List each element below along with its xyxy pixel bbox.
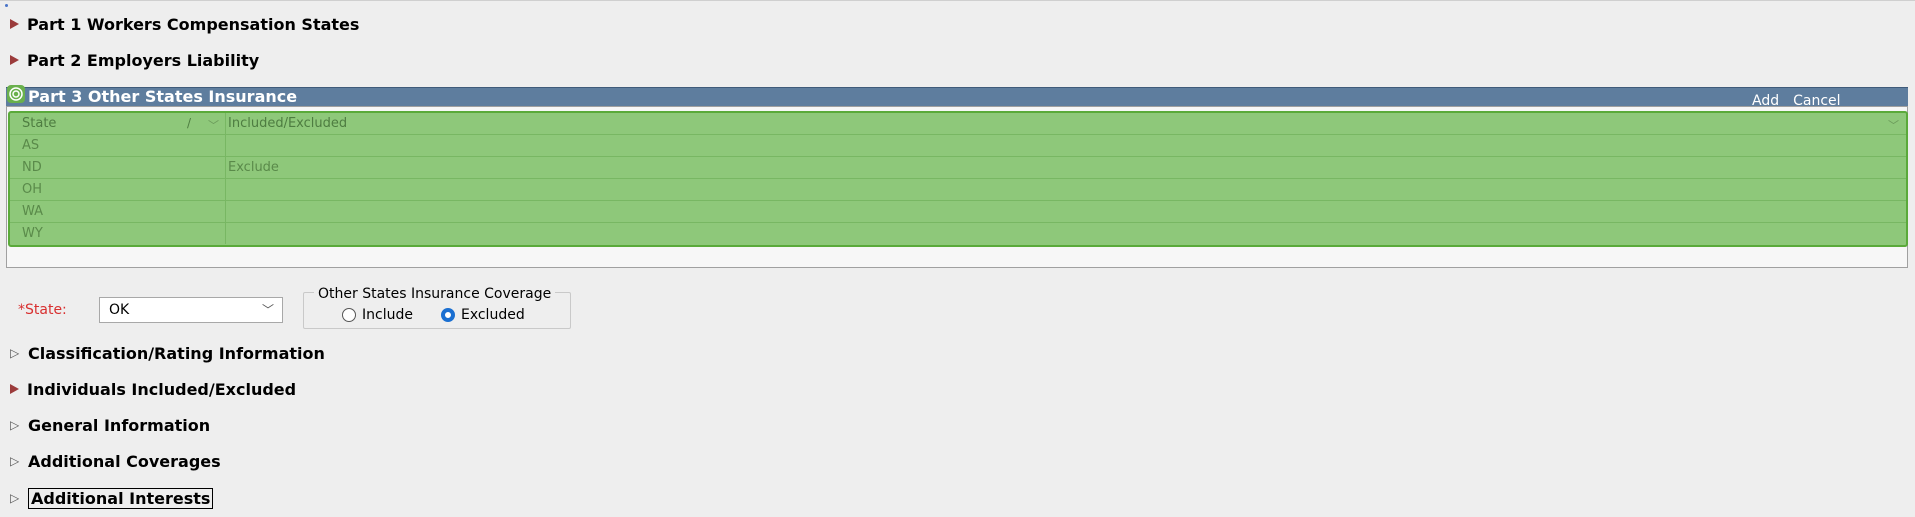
radio-excluded-circle[interactable] [440, 308, 455, 322]
radio-include-circle[interactable] [342, 308, 356, 322]
section-part2[interactable]: Part 2 Employers Liability [10, 49, 259, 71]
table-row[interactable]: WY [10, 223, 1906, 245]
expand-arrow-icon: ▷ [10, 491, 20, 505]
sort-indicator-icon: / [187, 116, 192, 130]
section-individuals[interactable]: Individuals Included/Excluded [10, 378, 296, 400]
section-additional-coverages[interactable]: ▷ Additional Coverages [10, 450, 221, 472]
table-row[interactable]: WA [10, 201, 1906, 223]
column-header-included-excluded[interactable]: Included/Excluded [228, 116, 347, 131]
radio-include-label: Include [362, 307, 413, 323]
target-icon [7, 85, 25, 103]
section-part3-label: Part 3 Other States Insurance [28, 87, 298, 106]
section-part1[interactable]: Part 1 Workers Compensation States [10, 13, 359, 35]
column-menu-chevron-icon[interactable]: ﹀ [208, 117, 219, 133]
expand-arrow-icon: ▷ [10, 454, 20, 468]
section-individuals-label: Individuals Included/Excluded [27, 379, 297, 399]
section-additional-interests-label: Additional Interests [28, 487, 214, 509]
included-excluded-cell: Exclude [228, 160, 279, 175]
radio-excluded-label: Excluded [460, 307, 525, 323]
radio-include[interactable]: Include [342, 307, 413, 323]
state-cell: ND [22, 160, 42, 175]
column-menu-chevron-icon[interactable]: ﹀ [1888, 117, 1899, 133]
section-additional-interests[interactable]: ▷ Additional Interests [10, 487, 214, 509]
coverage-radio-group: Include Excluded [342, 307, 525, 323]
section-additional-coverages-label: Additional Coverages [28, 451, 221, 471]
page: Part 1 Workers Compensation States Part … [0, 0, 1915, 517]
section-general-label: General Information [28, 415, 211, 435]
focus-dot [5, 4, 8, 7]
collapsed-arrow-icon [10, 55, 19, 65]
column-header-state[interactable]: State [22, 116, 56, 131]
table-row[interactable]: OH [10, 179, 1906, 201]
state-cell: WA [22, 204, 44, 219]
table-row[interactable]: ND Exclude [10, 157, 1906, 179]
expand-arrow-icon: ▷ [10, 346, 20, 360]
table-row[interactable]: AS [10, 135, 1906, 157]
radio-excluded[interactable]: Excluded [440, 307, 525, 323]
section-classification[interactable]: ▷ Classification/Rating Information [10, 342, 325, 364]
section-part2-label: Part 2 Employers Liability [27, 50, 260, 70]
state-select[interactable]: OK ﹀ [99, 297, 283, 323]
coverage-fieldset: Other States Insurance Coverage Include … [303, 286, 571, 329]
section-part1-label: Part 1 Workers Compensation States [27, 14, 360, 34]
section-general[interactable]: ▷ General Information [10, 414, 210, 436]
collapsed-arrow-icon [10, 19, 19, 29]
chevron-down-icon: ﹀ [261, 303, 274, 317]
grid-header-row: State / ﹀ Included/Excluded ﹀ [10, 113, 1906, 135]
state-label: *State: [18, 302, 67, 318]
section-classification-label: Classification/Rating Information [28, 343, 325, 363]
coverage-legend: Other States Insurance Coverage [314, 286, 556, 302]
collapsed-arrow-icon [10, 384, 19, 394]
state-cell: WY [22, 226, 43, 241]
state-cell: OH [22, 182, 43, 197]
state-cell: AS [22, 138, 40, 153]
state-select-value: OK [109, 302, 130, 318]
expand-arrow-icon: ▷ [10, 418, 20, 432]
